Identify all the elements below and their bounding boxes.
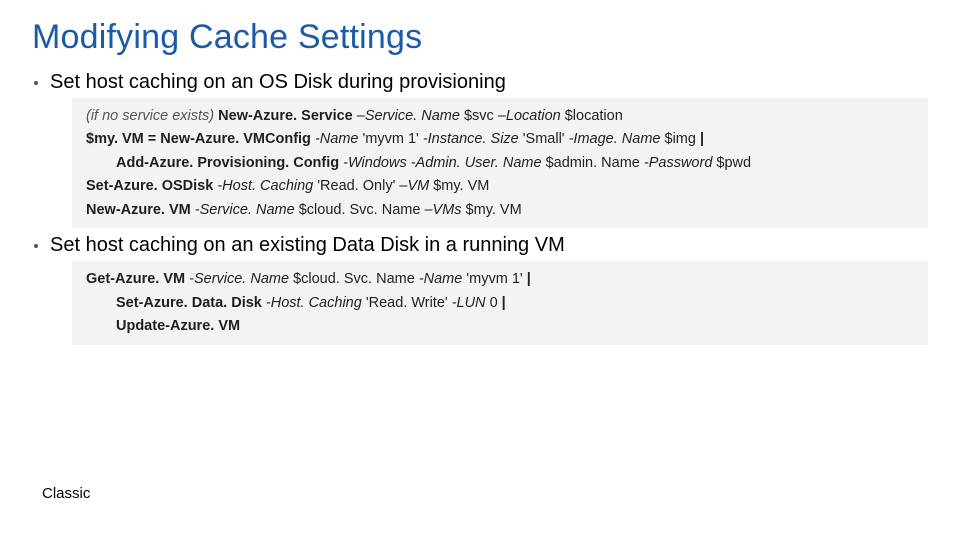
code-line: $my. VM = New-Azure. VMConfig -Name 'myv…	[86, 128, 914, 150]
code-bold: Set-Azure. Data. Disk	[116, 295, 266, 311]
code-block: (if no service exists) New-Azure. Servic…	[72, 98, 928, 228]
code-italic: -Name	[315, 131, 363, 147]
code-text: 'myvm 1'	[466, 271, 526, 287]
code-italic: -LUN	[452, 295, 490, 311]
code-text: $cloud. Svc. Name	[293, 271, 419, 287]
code-italic: -Image. Name	[569, 131, 665, 147]
code-bold: |	[527, 271, 531, 287]
code-text: 'myvm 1'	[363, 131, 423, 147]
code-italic: -Host. Caching	[217, 178, 317, 194]
code-bold: Get-Azure. VM	[86, 271, 189, 287]
code-text: 'Read. Only'	[317, 178, 399, 194]
bullet-list: Set host caching on an OS Disk during pr…	[32, 71, 928, 345]
code-italic: -Name	[419, 271, 467, 287]
code-text: $svc	[464, 108, 498, 124]
code-line: Get-Azure. VM -Service. Name $cloud. Svc…	[86, 268, 914, 290]
page-title: Modifying Cache Settings	[32, 18, 928, 57]
code-italic: (if no service exists)	[86, 108, 218, 124]
list-item: Set host caching on an OS Disk during pr…	[32, 71, 928, 228]
code-bold: $my. VM = New-Azure. VMConfig	[86, 131, 315, 147]
code-italic: -Service. Name	[195, 202, 299, 218]
code-bold: Set-Azure. OSDisk	[86, 178, 217, 194]
code-italic: –Location	[498, 108, 565, 124]
code-line: Add-Azure. Provisioning. Config -Windows…	[86, 152, 914, 174]
code-text: $cloud. Svc. Name	[299, 202, 425, 218]
code-line: (if no service exists) New-Azure. Servic…	[86, 105, 914, 127]
code-italic: -Service. Name	[189, 271, 293, 287]
code-italic: -Instance. Size	[423, 131, 523, 147]
code-bold: New-Azure. VM	[86, 202, 195, 218]
code-line: Update-Azure. VM	[86, 315, 914, 337]
code-text: $location	[565, 108, 623, 124]
code-text: $my. VM	[433, 178, 489, 194]
code-italic: –VMs	[424, 202, 465, 218]
code-text: 'Read. Write'	[366, 295, 452, 311]
code-italic: -Host. Caching	[266, 295, 366, 311]
code-text: $img	[665, 131, 700, 147]
code-bold: |	[700, 131, 704, 147]
code-text: $pwd	[716, 155, 751, 171]
slide: Modifying Cache Settings Set host cachin…	[0, 0, 960, 540]
code-bold: |	[502, 295, 506, 311]
code-bold: Update-Azure. VM	[116, 318, 240, 334]
code-line: Set-Azure. Data. Disk -Host. Caching 'Re…	[86, 292, 914, 314]
code-italic: -Password	[644, 155, 717, 171]
code-text: 0	[490, 295, 502, 311]
code-italic: –VM	[399, 178, 433, 194]
footer-label: Classic	[42, 485, 90, 502]
code-italic: –Service. Name	[357, 108, 464, 124]
code-line: Set-Azure. OSDisk -Host. Caching 'Read. …	[86, 175, 914, 197]
bullet-text: Set host caching on an OS Disk during pr…	[50, 71, 928, 94]
list-item: Set host caching on an existing Data Dis…	[32, 234, 928, 344]
code-italic: -Windows -Admin. User. Name	[343, 155, 545, 171]
bullet-text: Set host caching on an existing Data Dis…	[50, 234, 928, 257]
code-block: Get-Azure. VM -Service. Name $cloud. Svc…	[72, 261, 928, 344]
code-text: $my. VM	[466, 202, 522, 218]
code-bold: New-Azure. Service	[218, 108, 357, 124]
code-line: New-Azure. VM -Service. Name $cloud. Svc…	[86, 199, 914, 221]
code-bold: Add-Azure. Provisioning. Config	[116, 155, 343, 171]
code-text: $admin. Name	[546, 155, 644, 171]
code-text: 'Small'	[523, 131, 569, 147]
